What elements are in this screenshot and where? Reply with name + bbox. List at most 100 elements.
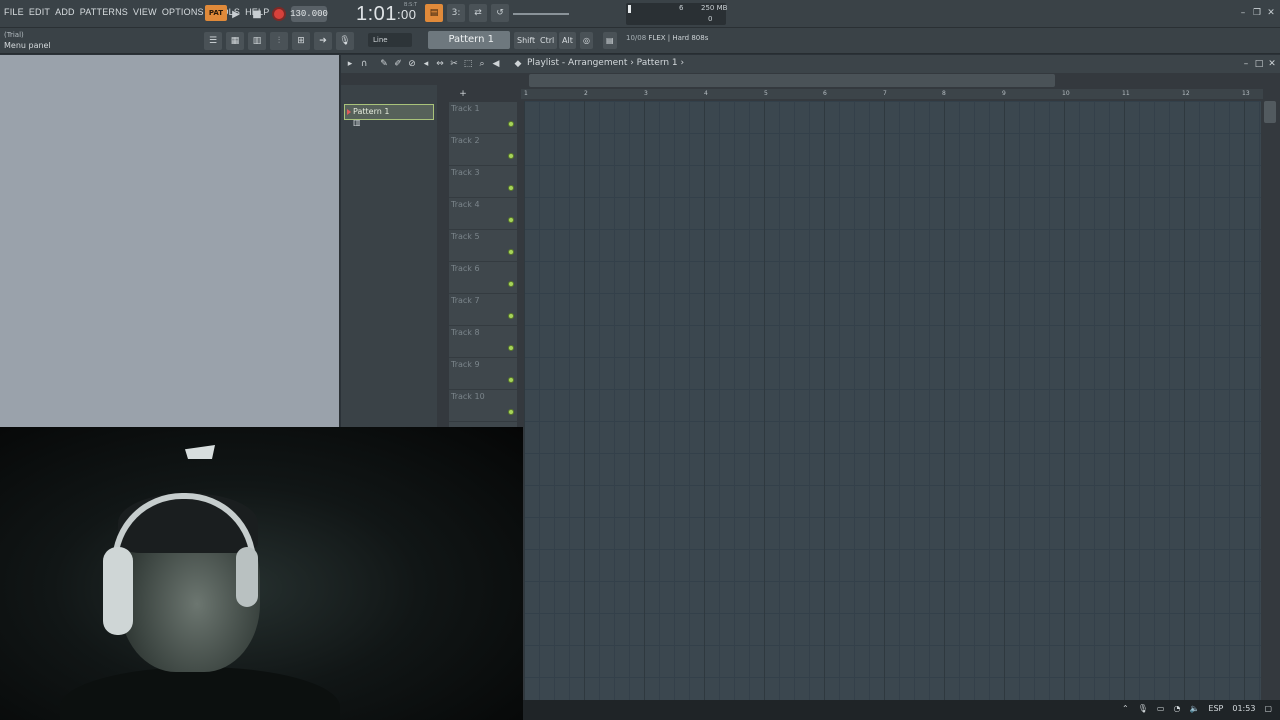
online-button[interactable]: ◎: [580, 32, 593, 49]
piano-roll-button[interactable]: ▥: [248, 32, 266, 50]
volume-icon[interactable]: 🔈: [1189, 704, 1199, 713]
menu-edit[interactable]: EDIT: [29, 7, 50, 17]
track-header[interactable]: Track 5: [449, 230, 517, 262]
plugin-picker-button[interactable]: ⊞: [292, 32, 310, 50]
language-indicator[interactable]: ESP: [1208, 704, 1223, 713]
vertical-scrollbar[interactable]: [1264, 101, 1276, 123]
track-header[interactable]: Track 10: [449, 390, 517, 422]
wait-input-button[interactable]: 3:: [447, 4, 465, 22]
news-ticker[interactable]: 10/08 FLEX | Hard 808s: [626, 34, 708, 42]
menu-view[interactable]: VIEW: [133, 7, 157, 17]
track-mute-led[interactable]: [508, 185, 514, 191]
record-button[interactable]: [272, 7, 286, 21]
pattern-song-toggle[interactable]: PAT: [205, 5, 227, 21]
cpu-meter: [628, 5, 631, 13]
draw-tool[interactable]: ✎: [378, 58, 390, 70]
chevron-up-icon[interactable]: ⌃: [1122, 704, 1129, 713]
pattern-selector[interactable]: Pattern 1: [428, 31, 510, 49]
browser-panel[interactable]: [0, 55, 340, 427]
channel-rack-icon: ▦: [230, 36, 240, 46]
track-header[interactable]: Track 1: [449, 102, 517, 134]
slip-tool[interactable]: ⇔: [434, 58, 446, 70]
paint-tool[interactable]: ✐: [392, 58, 404, 70]
playlist-menu-arrow[interactable]: ▸: [344, 58, 356, 70]
snap-selector[interactable]: Line: [368, 33, 412, 47]
loop-record-button[interactable]: ↺: [491, 4, 509, 22]
stop-icon: ■: [252, 8, 262, 20]
channel-rack-button[interactable]: ▦: [226, 32, 244, 50]
horizontal-scrollbar[interactable]: [529, 74, 1055, 87]
track-header[interactable]: Track 9: [449, 358, 517, 390]
pattern-item[interactable]: Pattern 1: [344, 104, 434, 120]
bar-number: 2: [584, 90, 588, 97]
playlist-button[interactable]: ☰: [204, 32, 222, 50]
minimize-button[interactable]: –: [1238, 8, 1248, 18]
battery-icon[interactable]: ▭: [1157, 704, 1165, 713]
stop-button[interactable]: ■: [250, 4, 264, 24]
arrangement-grid[interactable]: [524, 101, 1261, 700]
playlist-minimize[interactable]: –: [1240, 58, 1252, 70]
loop-icon: ↺: [496, 8, 504, 18]
track-header[interactable]: Track 7: [449, 294, 517, 326]
record-audio-button[interactable]: 🎙: [336, 32, 354, 50]
playlist-close[interactable]: ✕: [1266, 58, 1278, 70]
maximize-button[interactable]: ❐: [1252, 8, 1262, 18]
close-button[interactable]: ✕: [1266, 8, 1276, 18]
playlist-maximize[interactable]: □: [1253, 58, 1265, 70]
track-mute-led[interactable]: [508, 281, 514, 287]
ctrl-key-button[interactable]: Ctrl: [537, 32, 558, 49]
master-pitch-slider[interactable]: [513, 13, 569, 15]
track-mute-led[interactable]: [508, 409, 514, 415]
track-header[interactable]: Track 8: [449, 326, 517, 358]
notification-icon[interactable]: ▢: [1264, 704, 1272, 713]
slip-icon: ⇔: [436, 59, 444, 69]
select-tool[interactable]: ⬚: [462, 58, 474, 70]
microphone-icon[interactable]: 🎙: [1138, 704, 1148, 713]
menu-options[interactable]: OPTIONS: [162, 7, 204, 17]
hint-text: Menu panel: [4, 41, 51, 50]
minimize-icon: –: [1243, 59, 1249, 69]
arrangement-arrow[interactable]: ◆: [512, 58, 524, 70]
zoom-tool[interactable]: ⌕: [476, 58, 488, 70]
bar-number: 12: [1182, 90, 1190, 97]
microphone-icon: 🎙: [339, 36, 351, 46]
track-header[interactable]: Track 6: [449, 262, 517, 294]
playback-tool[interactable]: ◀: [490, 58, 502, 70]
time-format-label: B:S:T: [404, 2, 418, 8]
wifi-icon[interactable]: ◔: [1173, 704, 1180, 713]
track-mute-led[interactable]: [508, 313, 514, 319]
track-mute-led[interactable]: [508, 153, 514, 159]
menu-patterns[interactable]: PATTERNS: [80, 7, 128, 17]
webcam-overlay: [0, 427, 523, 720]
news-icon: ▤: [606, 36, 614, 45]
track-mute-led[interactable]: [508, 121, 514, 127]
delete-tool[interactable]: ⊘: [406, 58, 418, 70]
slice-tool[interactable]: ✂: [448, 58, 460, 70]
system-tray: ⌃ 🎙 ▭ ◔ 🔈 ESP 01:53 ▢: [1122, 704, 1272, 713]
track-mute-led[interactable]: [508, 249, 514, 255]
shift-key-button[interactable]: Shift: [514, 32, 539, 49]
add-track-button[interactable]: +: [457, 88, 469, 100]
magnet-icon: ∩: [360, 59, 368, 69]
track-header[interactable]: Track 4: [449, 198, 517, 230]
play-button[interactable]: ▶: [229, 4, 243, 24]
track-mute-led[interactable]: [508, 217, 514, 223]
alt-key-button[interactable]: Alt: [559, 32, 576, 49]
export-button[interactable]: ➔: [314, 32, 332, 50]
track-mute-led[interactable]: [508, 345, 514, 351]
track-mute-led[interactable]: [508, 377, 514, 383]
clock[interactable]: 01:53: [1232, 704, 1255, 713]
snap-magnet-button[interactable]: ∩: [358, 58, 370, 70]
track-header[interactable]: Track 2: [449, 134, 517, 166]
mixer-button[interactable]: ⫶: [270, 32, 288, 50]
tempo-display[interactable]: 130.000: [290, 6, 328, 22]
menu-add[interactable]: ADD: [55, 7, 75, 17]
metronome-button[interactable]: ▤: [425, 4, 443, 22]
mute-tool[interactable]: ◂: [420, 58, 432, 70]
track-header[interactable]: Track 3: [449, 166, 517, 198]
timeline-ruler[interactable]: 1 2 3 4 5 6 7 8 9 10 11 12 13: [521, 89, 1263, 99]
polyphony-value: 0: [708, 15, 713, 23]
blend-notes-button[interactable]: ⇄: [469, 4, 487, 22]
news-button[interactable]: ▤: [603, 32, 617, 49]
menu-file[interactable]: FILE: [4, 7, 24, 17]
